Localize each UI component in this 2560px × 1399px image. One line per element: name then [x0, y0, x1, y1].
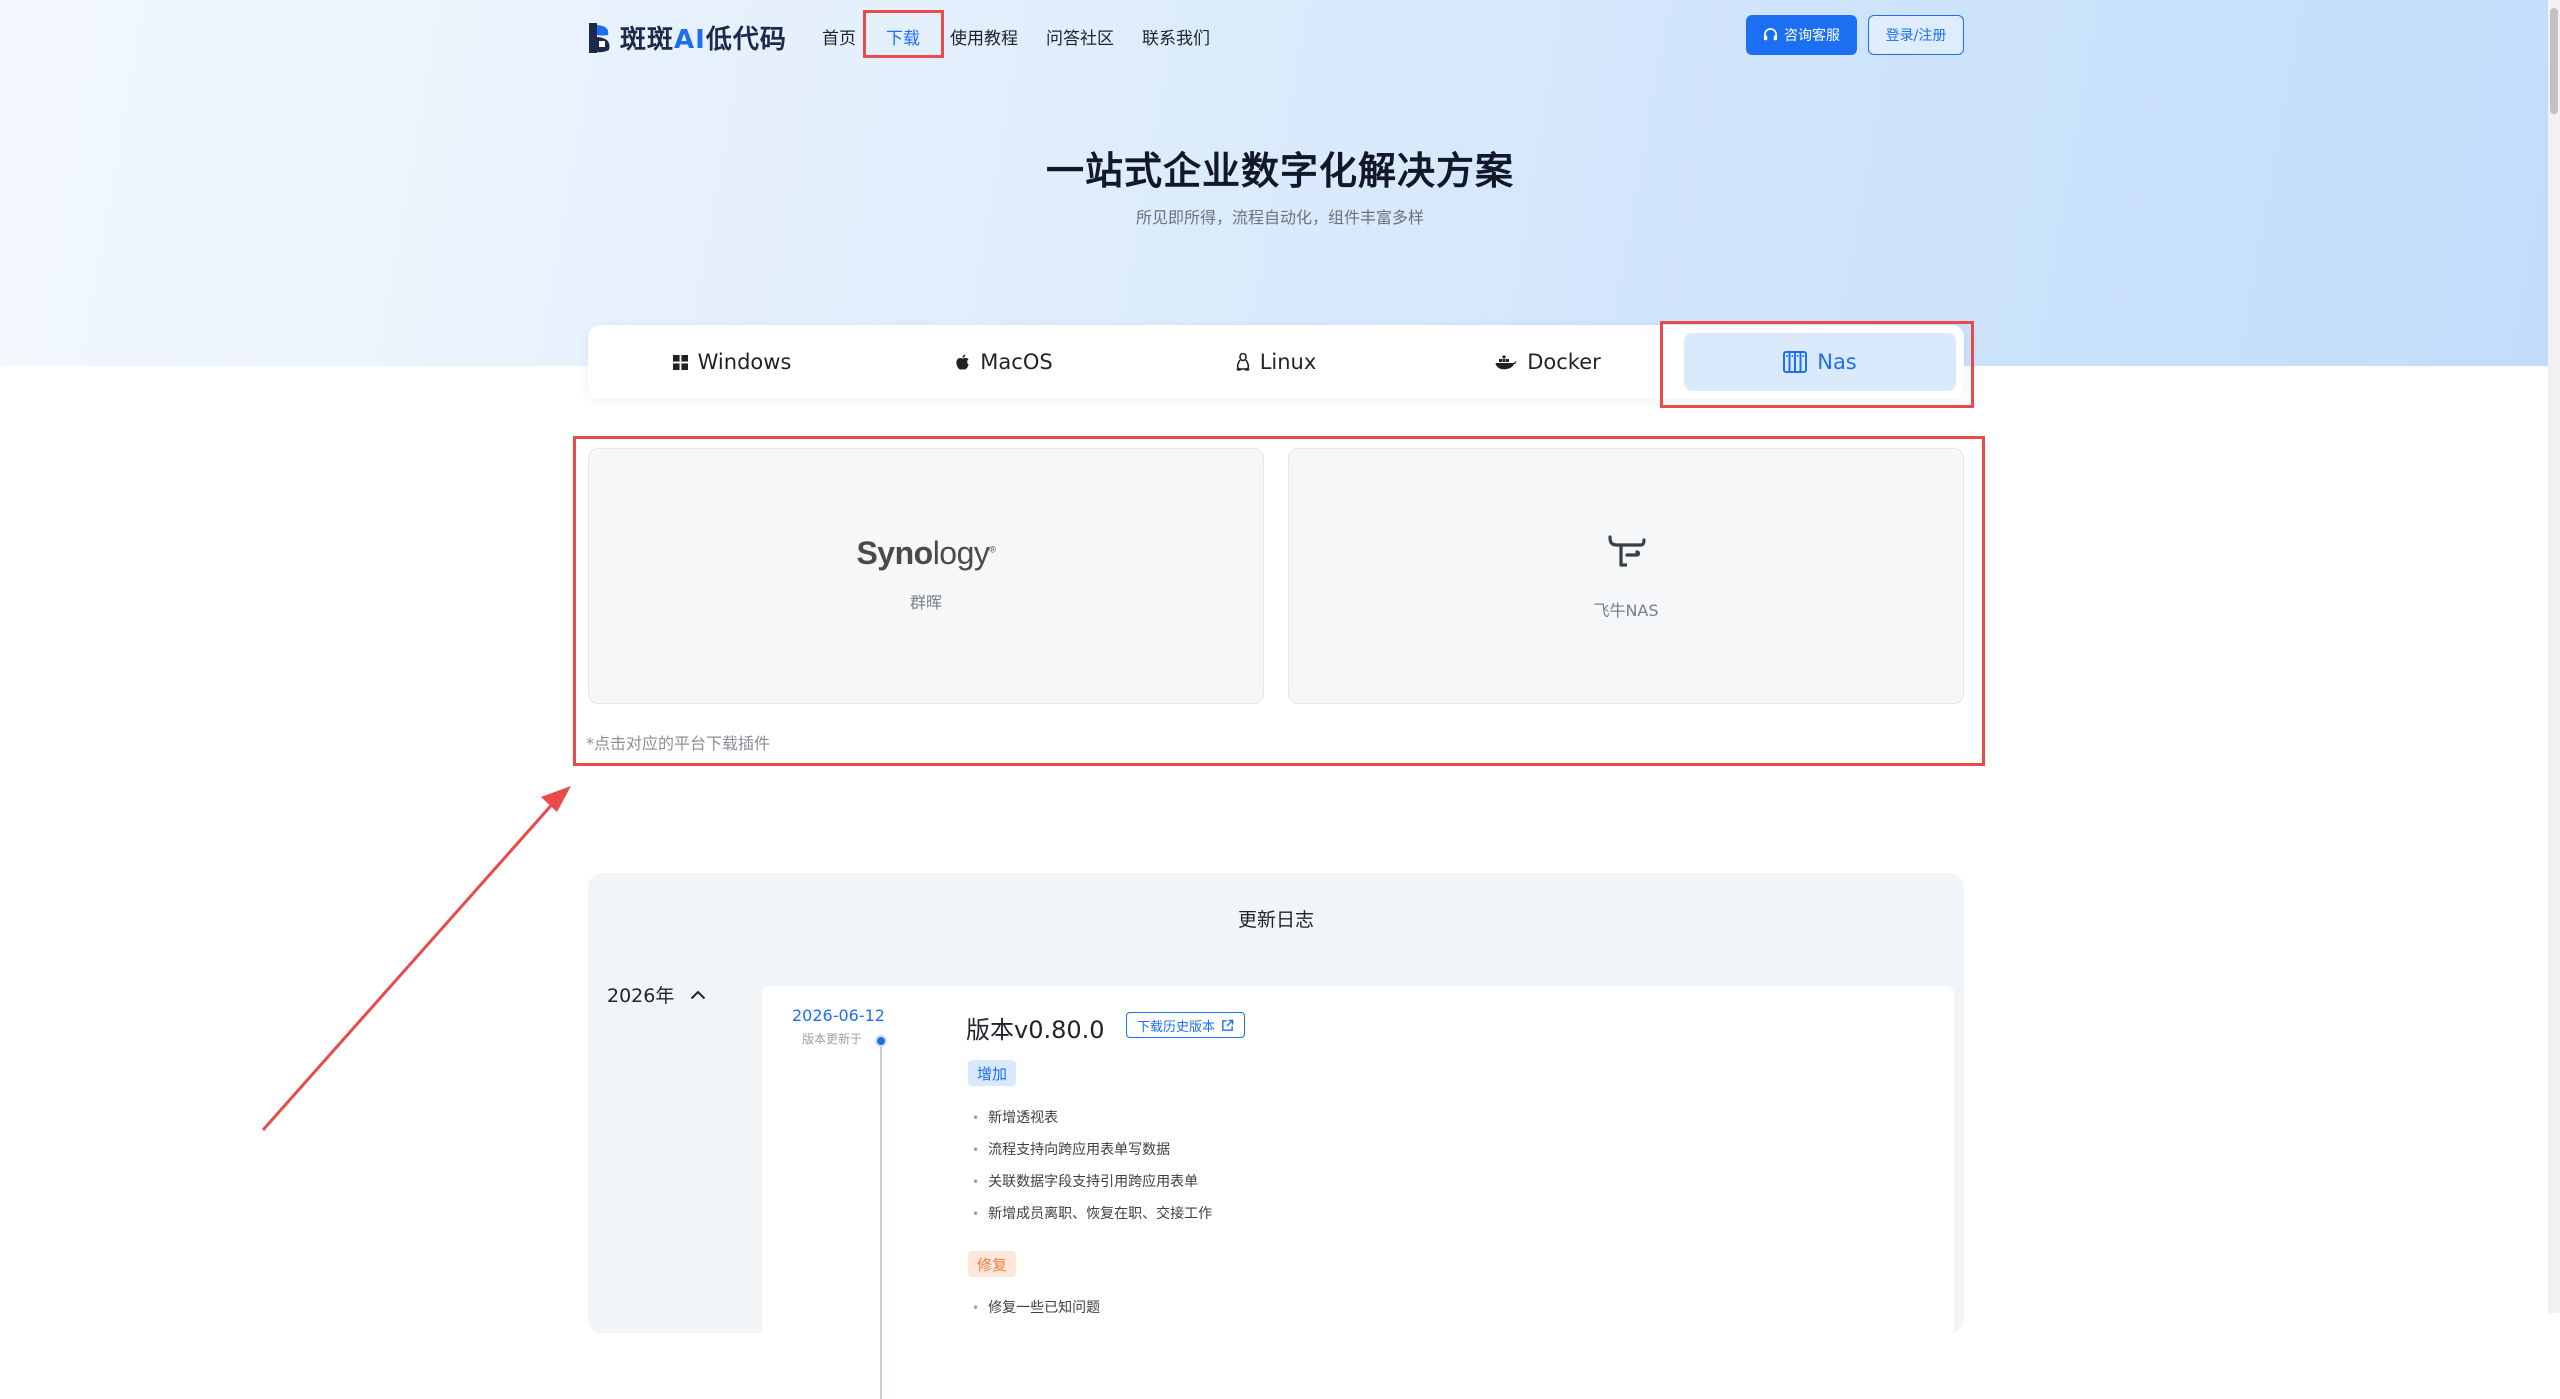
fixed-tag: 修复 [968, 1251, 1017, 1277]
release-date: 2026-06-12 [792, 1006, 885, 1025]
scrollbar[interactable] [2548, 0, 2560, 1313]
login-button-label: 登录/注册 [1885, 28, 1947, 44]
added-tag: 增加 [968, 1060, 1017, 1086]
nav-item-contact[interactable]: 联系我们 [1142, 22, 1210, 51]
changelog-panel: 更新日志 2026年 2026-06-12 版本更新于 版本v0.80.0 下载… [588, 873, 1964, 1399]
version-title: 版本v0.80.0 [966, 1016, 1105, 1044]
tab-label: Linux [1259, 350, 1317, 374]
tab-label: Docker [1527, 350, 1601, 374]
nav-item-community[interactable]: 问答社区 [1046, 22, 1114, 51]
nav-item-tutorial[interactable]: 使用教程 [950, 22, 1018, 51]
hero-subtitle: 所见即所得，流程自动化，组件丰富多样 [1135, 208, 1424, 227]
changelog-title: 更新日志 [1237, 909, 1314, 931]
consult-button-label: 咨询客服 [1784, 28, 1840, 44]
logo-text: 斑斑AI低代码 [620, 25, 787, 55]
release-date-caption: 版本更新于 [802, 1032, 863, 1046]
logo-icon [588, 22, 612, 54]
tab-label: MacOS [980, 350, 1053, 374]
login-register-button[interactable]: 登录/注册 [1868, 15, 1964, 55]
list-item: 新增透视表 [972, 1107, 1058, 1127]
consult-button[interactable]: 咨询客服 [1746, 15, 1857, 55]
tab-macos[interactable]: MacOS [868, 333, 1140, 391]
list-item: 流程支持向跨应用表单写数据 [972, 1139, 1170, 1159]
annotation-box-platforms [573, 436, 1985, 766]
scrollbar-thumb[interactable] [2550, 8, 2558, 114]
list-item: 新增成员离职、恢复在职、交接工作 [972, 1203, 1212, 1223]
year-label: 2026年 [607, 985, 675, 1007]
list-item: 关联数据字段支持引用跨应用表单 [972, 1171, 1198, 1191]
annotation-box-download [863, 10, 944, 58]
tab-linux[interactable]: Linux [1140, 333, 1412, 391]
docker-icon [1495, 355, 1517, 370]
year-toggle[interactable]: 2026年 [607, 981, 706, 1008]
annotation-box-nas-tab [1660, 321, 1974, 408]
linux-icon [1236, 353, 1250, 371]
timeline-line [880, 1039, 882, 1399]
windows-icon [672, 354, 688, 370]
release-card: 2026-06-12 版本更新于 版本v0.80.0 下载历史版本 增加 新增透… [762, 986, 1954, 1399]
hero-title: 一站式企业数字化解决方案 [1045, 149, 1514, 193]
tab-docker[interactable]: Docker [1412, 333, 1684, 391]
history-versions-button[interactable]: 下载历史版本 [1126, 1012, 1246, 1038]
nav-item-home[interactable]: 首页 [822, 22, 856, 51]
history-button-label: 下载历史版本 [1137, 1019, 1216, 1035]
tab-label: Windows [697, 350, 792, 374]
tab-windows[interactable]: Windows [596, 333, 868, 391]
logo[interactable]: 斑斑AI低代码 [588, 19, 787, 56]
chevron-up-icon [691, 990, 706, 999]
apple-icon [956, 354, 969, 370]
external-link-icon [1222, 1019, 1234, 1031]
timeline-dot [875, 1035, 887, 1047]
headset-icon [1763, 27, 1778, 40]
list-item: 修复一些已知问题 [972, 1297, 1100, 1317]
